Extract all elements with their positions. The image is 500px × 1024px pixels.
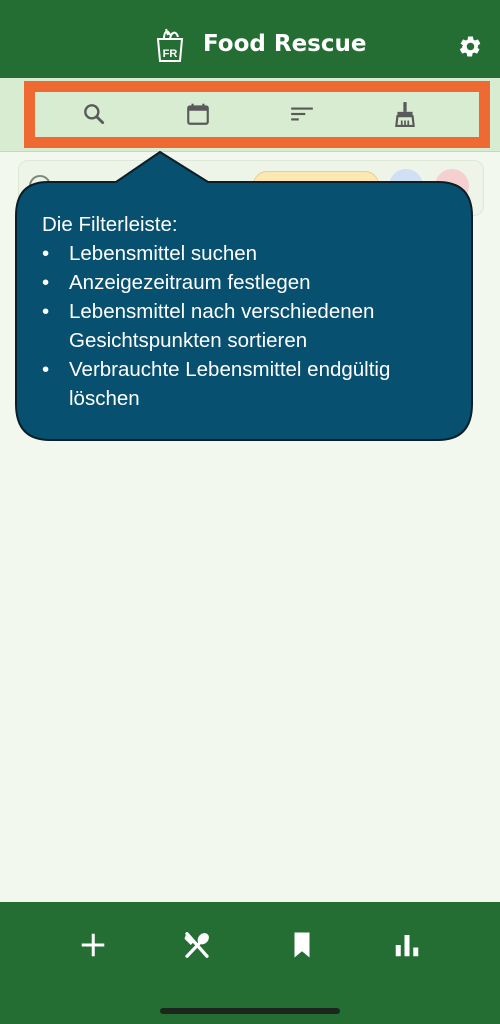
add-icon[interactable] [78,930,108,960]
bookmark-icon[interactable] [287,930,317,960]
utensils-icon[interactable] [182,930,212,960]
app-logo-icon: FR [156,28,184,62]
tooltip-intro: Die Filterleiste: [42,213,178,236]
home-indicator [160,1008,340,1014]
bar-chart-icon[interactable] [392,930,422,960]
sort-icon[interactable] [289,101,315,127]
app-logo-text: FR [163,48,178,60]
cleanup-broom-icon[interactable] [392,101,418,127]
calendar-icon[interactable] [185,101,211,127]
tooltip-item: Lebensmittel nach verschiedenen Gesichts… [42,297,462,355]
app-title: Food Rescue [203,31,367,57]
tooltip-item: Lebensmittel suchen [42,239,462,268]
tooltip-item: Anzeigezeitraum festlegen [42,268,462,297]
filterbar-tooltip-text: Die Filterleiste: Lebensmittel suchen An… [42,210,462,413]
app-header: FR Food Rescue [0,0,500,78]
settings-gear-icon[interactable] [458,34,483,59]
tooltip-list: Lebensmittel suchen Anzeigezeitraum fest… [42,239,462,413]
search-icon[interactable] [81,101,107,127]
tooltip-item: Verbrauchte Lebensmittel endgültig lösch… [42,355,462,413]
bottom-navigation [0,902,500,1024]
